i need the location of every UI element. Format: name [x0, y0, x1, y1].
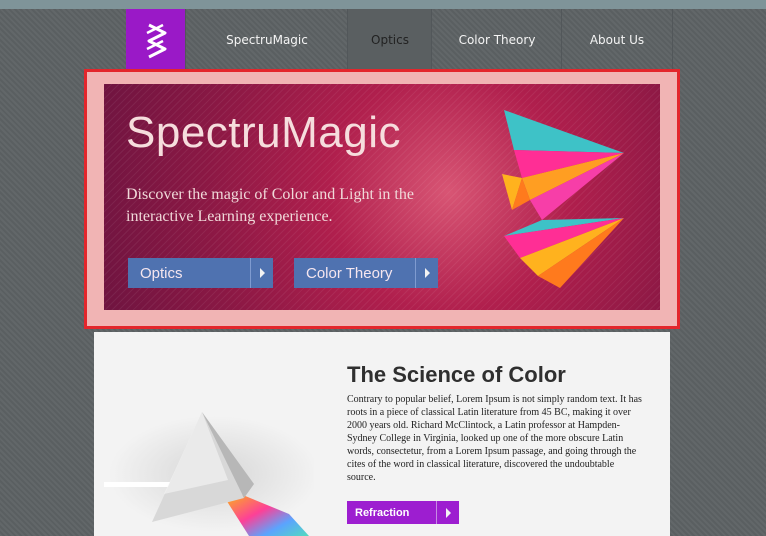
chevron-right-icon: [250, 258, 273, 288]
nav-item-optics[interactable]: Optics: [347, 9, 432, 71]
nav-item-color-theory[interactable]: Color Theory: [431, 9, 562, 71]
nav-item-label: SpectruMagic: [226, 33, 308, 47]
color-theory-button[interactable]: Color Theory: [294, 258, 438, 288]
logo[interactable]: [126, 9, 185, 71]
color-theory-button-label: Color Theory: [306, 264, 393, 282]
refraction-button-label: Refraction: [355, 506, 410, 519]
prism-illustration: [104, 412, 314, 536]
main-navigation: SpectruMagic Optics Color Theory About U…: [126, 9, 673, 71]
optics-button[interactable]: Optics: [128, 258, 273, 288]
science-section: The Science of Color Contrary to popular…: [94, 332, 670, 536]
chevron-right-icon: [415, 258, 438, 288]
hero-description: Discover the magic of Color and Light in…: [126, 186, 414, 225]
section-body-text: Contrary to popular belief, Lorem Ipsum …: [347, 394, 642, 483]
top-border-strip: [0, 0, 766, 9]
hero-title: SpectruMagic: [126, 108, 402, 157]
nav-item-label: Color Theory: [458, 33, 536, 47]
nav-item-spectrumagic[interactable]: SpectruMagic: [185, 9, 348, 71]
chevron-right-icon: [436, 501, 459, 524]
spectrum-logo-icon: [145, 23, 166, 59]
hero-banner: SpectruMagic Discover the magic of Color…: [104, 84, 660, 310]
nav-item-label: About Us: [589, 33, 645, 47]
refraction-button[interactable]: Refraction: [347, 501, 459, 524]
section-title: The Science of Color: [347, 362, 566, 387]
origami-spectrum-illustration: [502, 110, 624, 288]
nav-item-label: Optics: [371, 33, 409, 47]
nav-item-about-us[interactable]: About Us: [561, 9, 673, 71]
optics-button-label: Optics: [140, 264, 183, 282]
